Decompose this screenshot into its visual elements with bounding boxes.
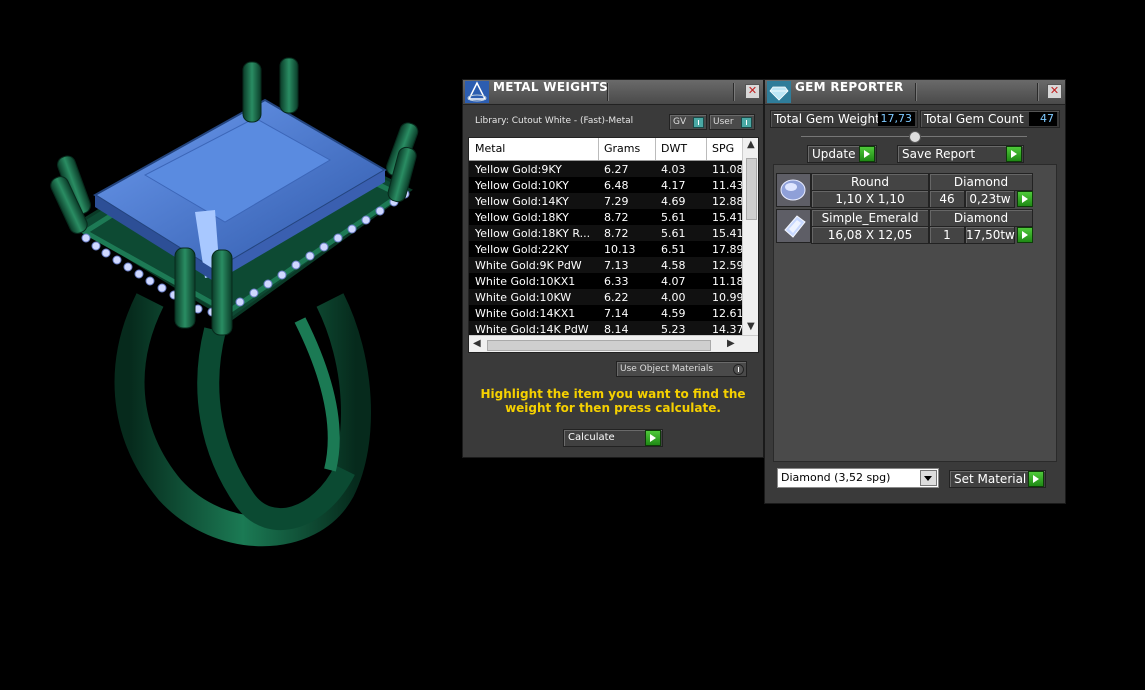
total-gem-weight-value: 17,73 (877, 112, 915, 126)
gem-size: 16,08 X 12,05 (811, 226, 929, 244)
save-report-button[interactable]: Save Report (897, 145, 1024, 163)
scroll-right-icon[interactable]: ▶ (727, 338, 735, 349)
horizontal-scrollbar[interactable]: ◀ ▶ (469, 335, 758, 352)
metal-weights-titlebar[interactable]: METAL WEIGHTS ✕ (463, 80, 763, 105)
gem-reporter-icon (767, 81, 791, 103)
column-divider (706, 138, 707, 160)
hint-text: Highlight the item you want to find the … (480, 387, 746, 415)
titlebar-separator (733, 83, 734, 101)
titlebar-separator (915, 83, 916, 101)
total-gem-weight-field: Total Gem Weight 17,73 (770, 110, 918, 128)
use-object-materials-indicator (733, 364, 744, 375)
use-object-materials-toggle[interactable]: Use Object Materials (616, 361, 747, 377)
scroll-left-icon[interactable]: ◀ (473, 338, 481, 349)
gem-reporter-panel: GEM REPORTER ✕ Total Gem Weight 17,73 To… (764, 79, 1066, 504)
user-toggle-indicator (741, 117, 752, 128)
scrollbar-thumb[interactable] (487, 340, 711, 351)
table-row[interactable]: Yellow Gold:18KY R... 8.72 5.61 15.41 (469, 225, 742, 241)
total-gem-count-field: Total Gem Count 47 (920, 110, 1060, 128)
gem-material: Diamond (929, 173, 1033, 191)
gem-size: 1,10 X 1,10 (811, 190, 929, 208)
table-row[interactable]: Yellow Gold:10KY 6.48 4.17 11.43 (469, 177, 742, 193)
user-label: User (713, 117, 734, 127)
scroll-down-icon[interactable]: ▼ (747, 321, 755, 332)
chevron-down-icon[interactable] (920, 470, 937, 486)
library-label: Library: Cutout White - (Fast)-Metal (475, 116, 634, 126)
close-icon[interactable]: ✕ (745, 84, 760, 99)
emerald-gem-icon (776, 209, 811, 243)
gem-list[interactable]: Round Diamond 1,10 X 1,10 46 0,23tw Simp… (773, 164, 1057, 462)
calculate-button[interactable]: Calculate (563, 429, 663, 447)
table-row[interactable]: White Gold:14KX1 7.14 4.59 12.61 (469, 305, 742, 321)
play-arrow-icon (859, 146, 875, 162)
gem-select-arrow-icon[interactable] (1017, 191, 1033, 207)
total-gem-weight-label: Total Gem Weight (774, 112, 880, 126)
material-select-value: Diamond (3,52 spg) (781, 471, 891, 484)
titlebar-separator (607, 83, 608, 101)
titlebar-separator (1037, 83, 1038, 101)
column-header-metal[interactable]: Metal (475, 142, 505, 155)
play-arrow-icon (1006, 146, 1022, 162)
slider-handle[interactable] (909, 131, 921, 143)
calculate-label: Calculate (568, 432, 615, 443)
table-rows: Yellow Gold:9KY 6.27 4.03 11.08 Yellow Gold… (469, 161, 742, 337)
round-gem-icon (776, 173, 811, 207)
update-button[interactable]: Update (807, 145, 877, 163)
set-material-button[interactable]: Set Material (949, 470, 1046, 488)
gem-select-arrow-icon[interactable] (1017, 227, 1033, 243)
table-row[interactable]: Yellow Gold:18KY 8.72 5.61 15.41 (469, 209, 742, 225)
metal-weights-title: METAL WEIGHTS (493, 80, 609, 94)
ring-viewport[interactable] (0, 0, 460, 560)
play-arrow-icon (645, 430, 661, 446)
gem-item-round[interactable]: Round Diamond 1,10 X 1,10 46 0,23tw (776, 173, 1046, 208)
metal-table[interactable]: Metal Grams DWT SPG Yellow Gold:9KY 6.27 4… (468, 137, 759, 353)
gem-material: Diamond (929, 209, 1033, 227)
column-header-grams[interactable]: Grams (604, 142, 640, 155)
vertical-scrollbar[interactable]: ▲ ▼ (742, 138, 758, 335)
gv-toggle-indicator (693, 117, 704, 128)
gv-toggle[interactable]: GV (669, 114, 707, 130)
column-divider (598, 138, 599, 160)
table-row[interactable]: Yellow Gold:22KY 10.13 6.51 17.89 (469, 241, 742, 257)
gem-count: 1 (929, 226, 965, 244)
save-report-label: Save Report (902, 147, 976, 161)
column-divider (655, 138, 656, 160)
play-arrow-icon (1028, 471, 1044, 487)
gem-shape: Round (811, 173, 929, 191)
ring-shank (114, 293, 371, 547)
total-gem-count-value: 47 (1029, 112, 1057, 126)
total-gem-count-label: Total Gem Count (924, 112, 1024, 126)
gem-reporter-titlebar[interactable]: GEM REPORTER ✕ (765, 80, 1065, 105)
gem-item-emerald[interactable]: Simple_Emerald Diamond 16,08 X 12,05 1 1… (776, 209, 1046, 244)
gem-reporter-title: GEM REPORTER (795, 80, 904, 94)
metal-weights-panel: METAL WEIGHTS ✕ Library: Cutout White - … (462, 79, 764, 458)
table-row[interactable]: White Gold:10KX1 6.33 4.07 11.18 (469, 273, 742, 289)
scroll-up-icon[interactable]: ▲ (747, 139, 755, 150)
table-row[interactable]: White Gold:9K PdW 7.13 4.58 12.59 (469, 257, 742, 273)
use-object-materials-label: Use Object Materials (620, 364, 714, 374)
gv-label: GV (673, 117, 687, 127)
table-header: Metal Grams DWT SPG (469, 138, 742, 161)
gem-shape: Simple_Emerald (811, 209, 929, 227)
metal-weights-icon (465, 81, 489, 103)
user-toggle[interactable]: User (709, 114, 755, 130)
scrollbar-thumb[interactable] (746, 158, 757, 220)
column-header-dwt[interactable]: DWT (661, 142, 687, 155)
table-row[interactable]: Yellow Gold:9KY 6.27 4.03 11.08 (469, 161, 742, 177)
gem-weight: 17,50tw (965, 226, 1015, 244)
gem-count: 46 (929, 190, 965, 208)
close-icon[interactable]: ✕ (1047, 84, 1062, 99)
update-label: Update (812, 147, 856, 161)
table-row[interactable]: Yellow Gold:14KY 7.29 4.69 12.88 (469, 193, 742, 209)
gem-weight: 0,23tw (965, 190, 1015, 208)
set-material-label: Set Material (954, 472, 1027, 486)
column-header-spg[interactable]: SPG (712, 142, 734, 155)
material-select[interactable]: Diamond (3,52 spg) (777, 468, 939, 488)
table-row[interactable]: White Gold:10KW 6.22 4.00 10.99 (469, 289, 742, 305)
